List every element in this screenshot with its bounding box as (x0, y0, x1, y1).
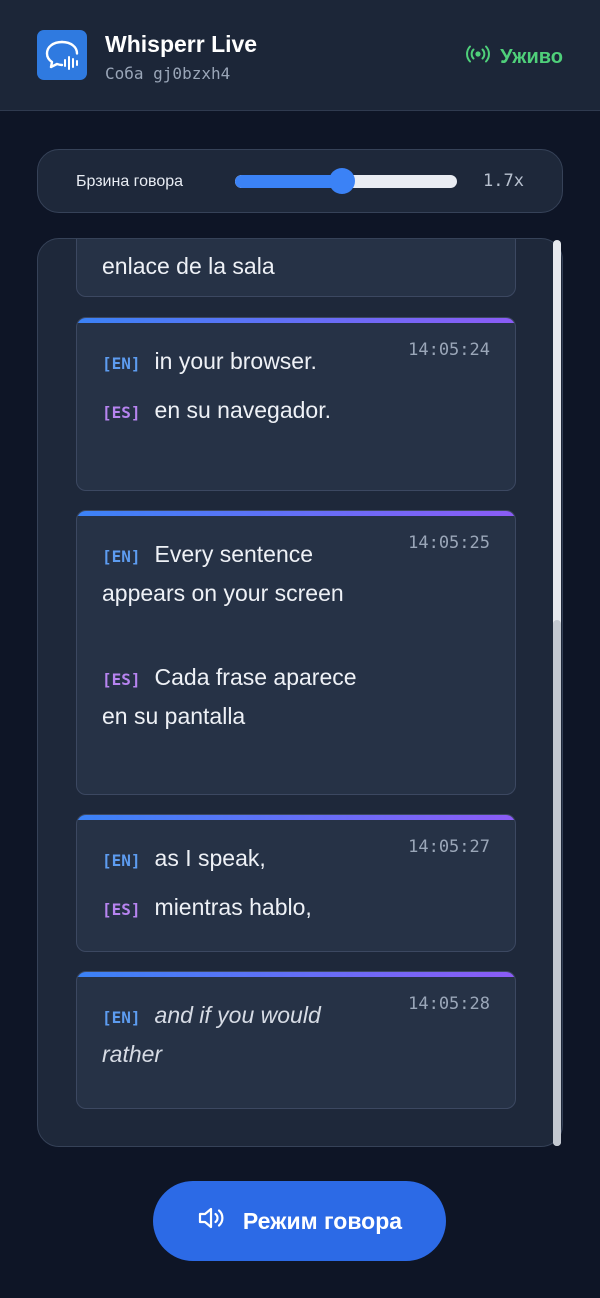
es-tag: [ES] (102, 900, 141, 919)
transcript-card: 14:05:27 [EN] as I speak, [ES] mientras ha… (76, 814, 516, 952)
room-id: Соба gj0bzxh4 (105, 64, 231, 83)
es-tag: [ES] (102, 670, 141, 689)
transcript-card-interim: 14:05:28 [EN] and if you would rather (76, 971, 516, 1109)
transcript-es-line: [ES] Cada frase aparece en su pantalla (102, 659, 362, 735)
transcript-es-text: enlace de la sala (102, 253, 275, 279)
en-tag: [EN] (102, 1008, 141, 1027)
transcript-feed[interactable]: enlace de la sala 14:05:24 [EN] in your b… (37, 238, 563, 1147)
card-timestamp: 14:05:25 (408, 533, 490, 553)
transcript-scrollbar[interactable] (553, 240, 561, 1146)
card-accent-bar (77, 511, 515, 516)
chat-bubble-waveform-icon (37, 30, 87, 80)
es-tag: [ES] (102, 403, 141, 422)
card-timestamp: 14:05:24 (408, 340, 490, 360)
speak-mode-button[interactable]: Режим говора (153, 1181, 446, 1261)
card-timestamp: 14:05:28 (408, 994, 490, 1014)
en-tag: [EN] (102, 547, 141, 566)
transcript-es-line: [ES] en su navegador. (102, 392, 362, 431)
app-header: Whisperr Live Соба gj0bzxh4 Уживо (0, 0, 600, 111)
speech-speed-control: Брзина говора 1.7x (37, 149, 563, 213)
en-tag: [EN] (102, 851, 141, 870)
card-accent-bar (77, 815, 515, 820)
transcript-en-line: [EN] and if you would rather (102, 997, 362, 1073)
transcript-card: enlace de la sala (76, 239, 516, 297)
transcript-en-text: in your browser. (154, 348, 317, 374)
app-title: Whisperr Live (105, 31, 258, 57)
speech-speed-value: 1.7x (483, 171, 524, 191)
transcript-en-line: [EN] in your browser. (102, 343, 362, 382)
speak-mode-label: Режим говора (242, 1207, 403, 1234)
speaker-icon (197, 1205, 227, 1237)
transcript-es-line: [ES] mientras hablo, (102, 889, 362, 928)
speech-speed-slider-fill (235, 175, 342, 188)
transcript-card: 14:05:24 [EN] in your browser. [ES] en su … (76, 317, 516, 491)
transcript-es-text: en su navegador. (154, 397, 332, 423)
speech-speed-slider-thumb[interactable] (328, 168, 355, 194)
transcript-es-text: mientras hablo, (154, 894, 312, 920)
transcript-card: 14:05:25 [EN] Every sentence appears on y… (76, 510, 516, 795)
transcript-en-line: [EN] Every sentence appears on your scree… (102, 536, 362, 612)
card-timestamp: 14:05:27 (408, 837, 490, 857)
broadcast-icon (466, 44, 491, 70)
transcript-en-line: [EN] as I speak, (102, 840, 362, 879)
card-accent-bar (77, 318, 515, 323)
speech-speed-label: Брзина говора (76, 173, 184, 190)
card-accent-bar (77, 972, 515, 977)
live-status-label: Уживо (500, 45, 563, 68)
en-tag: [EN] (102, 354, 141, 373)
transcript-en-text: as I speak, (154, 845, 266, 871)
transcript-scrollbar-thumb[interactable] (553, 620, 561, 1146)
live-status: Уживо (466, 44, 563, 70)
